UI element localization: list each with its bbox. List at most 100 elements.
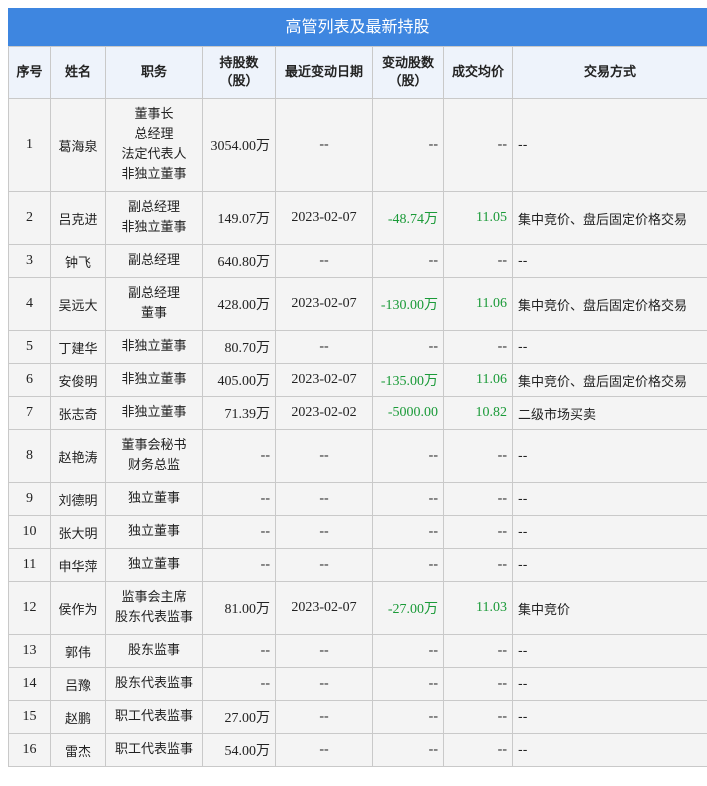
role-line: 法定代表人 — [111, 145, 197, 165]
cell-change: -27.00万 — [373, 582, 444, 635]
role-line: 独立董事 — [111, 522, 197, 542]
cell-method: -- — [513, 331, 707, 364]
cell-price: 11.03 — [444, 582, 513, 635]
cell-date: -- — [276, 245, 373, 278]
header-method: 交易方式 — [513, 47, 707, 99]
cell-roles: 副总经理董事 — [106, 278, 203, 331]
table-row: 6安俊明非独立董事405.00万2023-02-07-135.00万11.06集… — [9, 364, 707, 397]
cell-shares: 80.70万 — [203, 331, 276, 364]
cell-date: 2023-02-07 — [276, 278, 373, 331]
role-line: 副总经理 — [111, 198, 197, 218]
cell-shares: 71.39万 — [203, 397, 276, 430]
header-name: 姓名 — [51, 47, 106, 99]
cell-change: -- — [373, 635, 444, 668]
cell-price: -- — [444, 245, 513, 278]
cell-price: 10.82 — [444, 397, 513, 430]
cell-date: 2023-02-07 — [276, 582, 373, 635]
cell-method: 集中竞价 — [513, 582, 707, 635]
cell-method: -- — [513, 430, 707, 483]
cell-roles: 副总经理 — [106, 245, 203, 278]
role-line: 职工代表监事 — [111, 707, 197, 727]
role-line: 董事长 — [111, 105, 197, 125]
cell-date: -- — [276, 331, 373, 364]
cell-change: -- — [373, 430, 444, 483]
role-line: 总经理 — [111, 125, 197, 145]
cell-shares: -- — [203, 549, 276, 582]
cell-method: -- — [513, 245, 707, 278]
role-line: 董事会秘书 — [111, 436, 197, 456]
cell-date: 2023-02-07 — [276, 364, 373, 397]
cell-price: -- — [444, 635, 513, 668]
cell-name: 钟飞 — [51, 245, 106, 278]
cell-date: -- — [276, 483, 373, 516]
table-row: 4吴远大副总经理董事428.00万2023-02-07-130.00万11.06… — [9, 278, 707, 331]
cell-change: -135.00万 — [373, 364, 444, 397]
cell-name: 申华萍 — [51, 549, 106, 582]
cell-date: -- — [276, 99, 373, 192]
cell-date: -- — [276, 668, 373, 701]
cell-change: -- — [373, 483, 444, 516]
table-header-row: 序号 姓名 职务 持股数 （股） 最近变动日期 变动股数 （股） 成交均价 交易… — [9, 47, 707, 99]
cell-shares: 405.00万 — [203, 364, 276, 397]
cell-no: 2 — [9, 192, 51, 245]
cell-method: 集中竞价、盘后固定价格交易 — [513, 192, 707, 245]
cell-no: 16 — [9, 734, 51, 767]
role-line: 董事 — [111, 304, 197, 324]
cell-roles: 董事会秘书财务总监 — [106, 430, 203, 483]
cell-shares: -- — [203, 516, 276, 549]
cell-date: 2023-02-02 — [276, 397, 373, 430]
role-line: 独立董事 — [111, 489, 197, 509]
role-line: 副总经理 — [111, 251, 197, 271]
cell-no: 5 — [9, 331, 51, 364]
table-row: 3钟飞副总经理640.80万-------- — [9, 245, 707, 278]
cell-no: 11 — [9, 549, 51, 582]
cell-no: 10 — [9, 516, 51, 549]
cell-price: -- — [444, 701, 513, 734]
cell-no: 7 — [9, 397, 51, 430]
table-row: 9刘德明独立董事---------- — [9, 483, 707, 516]
cell-no: 3 — [9, 245, 51, 278]
cell-roles: 非独立董事 — [106, 397, 203, 430]
cell-price: -- — [444, 99, 513, 192]
role-line: 股东代表监事 — [111, 674, 197, 694]
cell-change: -- — [373, 516, 444, 549]
cell-no: 8 — [9, 430, 51, 483]
cell-name: 吕豫 — [51, 668, 106, 701]
role-line: 非独立董事 — [111, 165, 197, 185]
cell-method: -- — [513, 635, 707, 668]
role-line: 股东代表监事 — [111, 608, 197, 628]
cell-change: -- — [373, 734, 444, 767]
cell-date: -- — [276, 516, 373, 549]
cell-price: -- — [444, 549, 513, 582]
cell-shares: 149.07万 — [203, 192, 276, 245]
cell-price: -- — [444, 668, 513, 701]
table-body: 1葛海泉董事长总经理法定代表人非独立董事3054.00万--------2吕克进… — [9, 99, 707, 767]
cell-roles: 独立董事 — [106, 516, 203, 549]
table-row: 16雷杰职工代表监事54.00万-------- — [9, 734, 707, 767]
role-line: 职工代表监事 — [111, 740, 197, 760]
role-line: 非独立董事 — [111, 403, 197, 423]
table-row: 2吕克进副总经理非独立董事149.07万2023-02-07-48.74万11.… — [9, 192, 707, 245]
cell-shares: -- — [203, 430, 276, 483]
cell-method: -- — [513, 734, 707, 767]
cell-date: -- — [276, 635, 373, 668]
cell-method: -- — [513, 483, 707, 516]
cell-change: -- — [373, 331, 444, 364]
cell-name: 侯作为 — [51, 582, 106, 635]
cell-roles: 非独立董事 — [106, 331, 203, 364]
cell-name: 吴远大 — [51, 278, 106, 331]
role-line: 股东监事 — [111, 641, 197, 661]
cell-change: -- — [373, 549, 444, 582]
cell-price: 11.06 — [444, 364, 513, 397]
cell-roles: 监事会主席股东代表监事 — [106, 582, 203, 635]
cell-shares: 640.80万 — [203, 245, 276, 278]
role-line: 副总经理 — [111, 284, 197, 304]
cell-name: 张大明 — [51, 516, 106, 549]
role-line: 财务总监 — [111, 456, 197, 476]
cell-date: 2023-02-07 — [276, 192, 373, 245]
cell-method: 集中竞价、盘后固定价格交易 — [513, 278, 707, 331]
table-row: 15赵鹏职工代表监事27.00万-------- — [9, 701, 707, 734]
cell-change: -- — [373, 99, 444, 192]
cell-change: -- — [373, 701, 444, 734]
cell-roles: 非独立董事 — [106, 364, 203, 397]
